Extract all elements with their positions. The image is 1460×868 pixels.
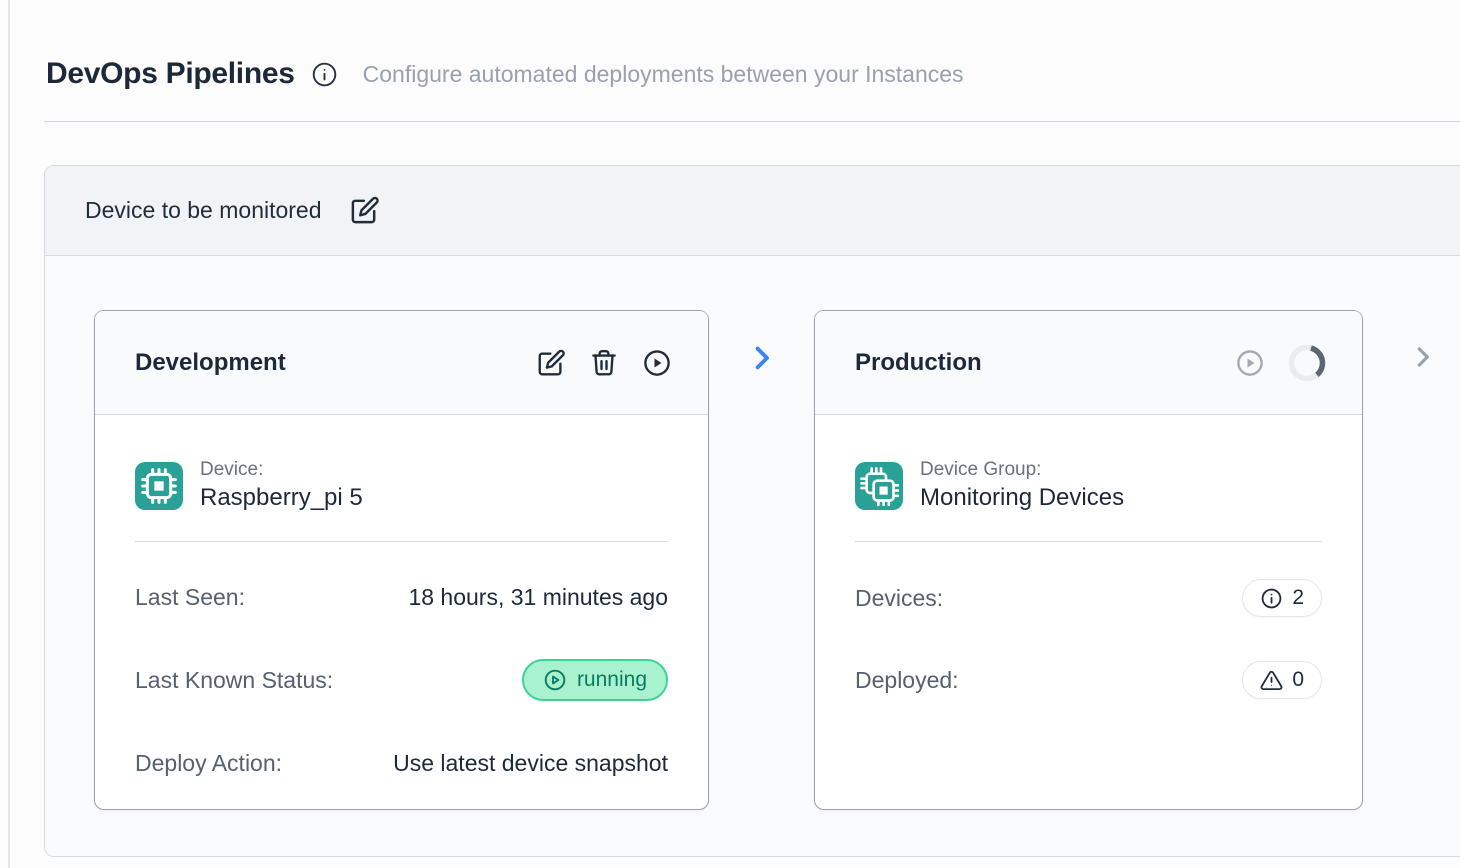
stage-title: Development bbox=[135, 349, 286, 377]
delete-stage-button[interactable] bbox=[589, 348, 619, 378]
deployed-row: Deployed: 0 bbox=[815, 661, 1362, 699]
last-known-status-row: Last Known Status: running bbox=[95, 659, 708, 701]
pipeline-panel-header: Device to be monitored bbox=[45, 166, 1460, 256]
status-badge-label: running bbox=[577, 668, 647, 692]
edit-stage-button[interactable] bbox=[536, 348, 566, 378]
panel-title: Device to be monitored bbox=[85, 197, 322, 224]
device-group-row: Device Group: Monitoring Devices bbox=[815, 415, 1362, 512]
production-stage-card: Production bbox=[814, 310, 1363, 810]
info-circle-icon bbox=[1260, 587, 1283, 610]
card-divider bbox=[855, 541, 1322, 542]
deployed-count-badge[interactable]: 0 bbox=[1242, 661, 1322, 699]
deploy-action-value: Use latest device snapshot bbox=[393, 750, 668, 777]
info-icon[interactable] bbox=[311, 61, 338, 88]
chevron-right-icon bbox=[747, 341, 777, 375]
page-subtitle: Configure automated deployments between … bbox=[363, 61, 964, 88]
play-circle-icon bbox=[1235, 348, 1265, 378]
status-badge: running bbox=[522, 659, 668, 701]
stage-connector bbox=[709, 310, 814, 375]
device-group-label: Device Group: bbox=[920, 459, 1124, 481]
devices-row: Devices: 2 bbox=[815, 579, 1362, 617]
devices-label: Devices: bbox=[855, 585, 943, 612]
last-seen-value: 18 hours, 31 minutes ago bbox=[408, 584, 668, 611]
warning-triangle-icon bbox=[1260, 669, 1283, 692]
loading-spinner-icon bbox=[1288, 344, 1326, 382]
stage-actions bbox=[536, 348, 672, 378]
device-group-name: Monitoring Devices bbox=[920, 484, 1124, 512]
header-divider bbox=[44, 121, 1460, 122]
edit-pipeline-button[interactable] bbox=[349, 195, 380, 226]
play-circle-icon bbox=[642, 348, 672, 378]
last-seen-label: Last Seen: bbox=[135, 584, 245, 611]
device-meta: Device: Raspberry_pi 5 bbox=[200, 459, 363, 512]
pipeline-stages: Development bbox=[45, 256, 1460, 856]
development-card-body: Device: Raspberry_pi 5 Last Seen: 18 hou… bbox=[95, 415, 708, 781]
devices-count-badge[interactable]: 2 bbox=[1242, 579, 1322, 617]
device-group-chips-icon bbox=[855, 462, 903, 510]
content-left-border bbox=[8, 0, 10, 868]
card-divider bbox=[135, 541, 668, 542]
run-stage-button[interactable] bbox=[642, 348, 672, 378]
device-row: Device: Raspberry_pi 5 bbox=[95, 415, 708, 512]
edit-icon bbox=[349, 195, 380, 226]
device-name: Raspberry_pi 5 bbox=[200, 484, 363, 512]
production-card-body: Device Group: Monitoring Devices Devices… bbox=[815, 415, 1362, 699]
last-seen-row: Last Seen: 18 hours, 31 minutes ago bbox=[95, 579, 708, 615]
play-circle-icon bbox=[543, 668, 567, 692]
last-known-status-label: Last Known Status: bbox=[135, 667, 333, 694]
deploy-action-label: Deploy Action: bbox=[135, 750, 282, 777]
stage-actions bbox=[1235, 344, 1326, 382]
page-title: DevOps Pipelines bbox=[46, 57, 295, 91]
run-stage-button-disabled[interactable] bbox=[1235, 348, 1265, 378]
stage-title: Production bbox=[855, 349, 982, 377]
device-group-meta: Device Group: Monitoring Devices bbox=[920, 459, 1124, 512]
chevron-right-icon bbox=[1410, 342, 1436, 372]
development-stage-card: Development bbox=[94, 310, 709, 810]
next-stage-chevron[interactable] bbox=[1404, 310, 1442, 373]
devices-count: 2 bbox=[1292, 586, 1304, 610]
deployed-count: 0 bbox=[1292, 668, 1304, 692]
production-card-header: Production bbox=[815, 311, 1362, 415]
trash-icon bbox=[589, 348, 619, 378]
page-header: DevOps Pipelines Configure automated dep… bbox=[0, 0, 1460, 91]
device-label: Device: bbox=[200, 459, 363, 481]
deployed-label: Deployed: bbox=[855, 667, 959, 694]
edit-icon bbox=[536, 348, 566, 378]
device-chip-icon bbox=[135, 462, 183, 510]
deploy-action-row: Deploy Action: Use latest device snapsho… bbox=[95, 745, 708, 781]
pipeline-panel: Device to be monitored Development bbox=[44, 165, 1460, 857]
development-card-header: Development bbox=[95, 311, 708, 415]
